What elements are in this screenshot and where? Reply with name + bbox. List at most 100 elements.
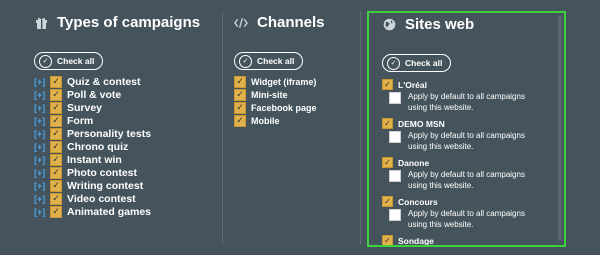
campaign-types-section: Types of campaigns ✓ Check all [+] ✓ Quiz … <box>0 0 222 255</box>
channels-list: ✓ Widget (iframe) ✓ Mini-site ✓ Facebook page… <box>234 75 317 127</box>
apply-default-line2: using this website. <box>408 220 474 229</box>
campaign-type-item: [+] ✓ Video contest <box>34 192 151 205</box>
campaign-type-item: [+] ✓ Writing contest <box>34 179 151 192</box>
expand-toggle[interactable]: [+] <box>34 77 46 87</box>
site-item: ✓ L'Oréal Apply by default to all campaign… <box>382 78 560 113</box>
campaign-type-checkbox[interactable]: ✓ <box>50 114 62 127</box>
apply-default-text: Apply by default to all campaigns using t… <box>408 208 525 230</box>
campaign-types-title: Types of campaigns <box>57 14 201 31</box>
apply-default-checkbox[interactable] <box>389 92 401 104</box>
apply-default-line1: Apply by default to all campaigns <box>408 92 525 101</box>
site-default-option: Apply by default to all campaigns using t… <box>382 91 560 113</box>
campaign-type-item: [+] ✓ Form <box>34 114 151 127</box>
channel-item: ✓ Mobile <box>234 114 317 127</box>
campaign-type-checkbox[interactable]: ✓ <box>50 192 62 205</box>
expand-toggle[interactable]: [+] <box>34 90 46 100</box>
campaign-type-checkbox[interactable]: ✓ <box>50 153 62 166</box>
channel-checkbox[interactable]: ✓ <box>234 75 246 88</box>
apply-default-checkbox[interactable] <box>389 170 401 182</box>
site-item: ✓ Concours Apply by default to all campaig… <box>382 195 560 230</box>
campaign-types-list: [+] ✓ Quiz & contest [+] ✓ Poll & vote [+] ✓ Sur… <box>34 75 151 218</box>
campaign-type-checkbox[interactable]: ✓ <box>50 75 62 88</box>
campaign-type-label: Chrono quiz <box>67 140 129 153</box>
campaign-type-item: [+] ✓ Animated games <box>34 205 151 218</box>
site-checkbox[interactable]: ✓ <box>382 118 393 129</box>
apply-default-line1: Apply by default to all campaigns <box>408 131 525 140</box>
expand-toggle[interactable]: [+] <box>34 116 46 126</box>
site-row: ✓ Concours <box>382 195 560 208</box>
site-checkbox[interactable]: ✓ <box>382 196 393 207</box>
channel-label: Facebook page <box>251 102 317 113</box>
site-item: ✓ Danone Apply by default to all campaigns… <box>382 156 560 191</box>
site-item: ✓ Sondage <box>382 234 560 245</box>
check-circle-icon: ✓ <box>39 54 52 68</box>
site-row: ✓ Danone <box>382 156 560 169</box>
column-divider <box>360 12 361 244</box>
expand-toggle[interactable]: [+] <box>34 142 46 152</box>
campaign-types-heading: Types of campaigns <box>34 14 200 31</box>
campaign-type-label: Form <box>67 114 94 127</box>
expand-toggle[interactable]: [+] <box>34 207 46 217</box>
apply-default-checkbox[interactable] <box>389 209 401 221</box>
campaign-type-checkbox[interactable]: ✓ <box>50 88 62 101</box>
campaign-type-checkbox[interactable]: ✓ <box>50 205 62 218</box>
campaign-type-item: [+] ✓ Poll & vote <box>34 88 151 101</box>
apply-default-line1: Apply by default to all campaigns <box>408 209 525 218</box>
channel-label: Widget (iframe) <box>251 76 317 87</box>
site-label: Danone <box>398 157 430 168</box>
channels-title: Channels <box>257 14 325 31</box>
channels-section: Channels ✓ Check all ✓ Widget (iframe) ✓ Mi… <box>222 0 360 255</box>
campaign-type-checkbox[interactable]: ✓ <box>50 127 62 140</box>
campaign-type-item: [+] ✓ Instant win <box>34 153 151 166</box>
channel-checkbox[interactable]: ✓ <box>234 88 246 101</box>
check-circle-icon: ✓ <box>239 54 252 68</box>
campaign-type-label: Video contest <box>67 192 136 205</box>
campaigns-check-all-button[interactable]: ✓ Check all <box>34 52 104 70</box>
expand-toggle[interactable]: [+] <box>34 129 46 139</box>
expand-toggle[interactable]: [+] <box>34 103 46 113</box>
site-default-option: Apply by default to all campaigns using t… <box>382 130 560 152</box>
site-default-option: Apply by default to all campaigns using t… <box>382 169 560 191</box>
expand-toggle[interactable]: [+] <box>34 194 46 204</box>
campaign-type-checkbox[interactable]: ✓ <box>50 179 62 192</box>
apply-default-text: Apply by default to all campaigns using t… <box>408 130 525 152</box>
apply-default-line2: using this website. <box>408 103 474 112</box>
gift-icon <box>34 16 48 30</box>
site-item: ✓ DEMO MSN Apply by default to all campaig… <box>382 117 560 152</box>
campaign-type-label: Instant win <box>67 153 122 166</box>
campaign-type-label: Animated games <box>67 205 152 218</box>
site-row: ✓ L'Oréal <box>382 78 560 91</box>
campaign-type-item: [+] ✓ Personality tests <box>34 127 151 140</box>
site-checkbox[interactable]: ✓ <box>382 235 393 245</box>
channels-check-all-label: Check all <box>257 56 295 66</box>
expand-toggle[interactable]: [+] <box>34 155 46 165</box>
campaign-type-checkbox[interactable]: ✓ <box>50 166 62 179</box>
sites-scrollbar[interactable] <box>558 15 562 241</box>
site-row: ✓ DEMO MSN <box>382 117 560 130</box>
campaign-type-checkbox[interactable]: ✓ <box>50 101 62 114</box>
sites-check-all-label: Check all <box>405 58 443 68</box>
sites-web-title: Sites web <box>405 16 475 33</box>
apply-default-line1: Apply by default to all campaigns <box>408 170 525 179</box>
channel-item: ✓ Facebook page <box>234 101 317 114</box>
apply-default-checkbox[interactable] <box>389 131 401 143</box>
campaign-type-checkbox[interactable]: ✓ <box>50 140 62 153</box>
campaign-type-label: Photo contest <box>67 166 137 179</box>
campaign-type-label: Quiz & contest <box>67 75 141 88</box>
sites-web-heading: Sites web <box>382 16 474 33</box>
code-icon <box>234 16 248 30</box>
sites-check-all-button[interactable]: ✓ Check all <box>382 54 452 72</box>
expand-toggle[interactable]: [+] <box>34 181 46 191</box>
campaign-type-label: Poll & vote <box>67 88 122 101</box>
campaign-type-item: [+] ✓ Survey <box>34 101 151 114</box>
expand-toggle[interactable]: [+] <box>34 168 46 178</box>
channels-check-all-button[interactable]: ✓ Check all <box>234 52 304 70</box>
globe-icon <box>382 18 396 32</box>
site-checkbox[interactable]: ✓ <box>382 79 393 90</box>
site-checkbox[interactable]: ✓ <box>382 157 393 168</box>
channel-checkbox[interactable]: ✓ <box>234 114 246 127</box>
campaign-type-item: [+] ✓ Photo contest <box>34 166 151 179</box>
site-default-option: Apply by default to all campaigns using t… <box>382 208 560 230</box>
channel-checkbox[interactable]: ✓ <box>234 101 246 114</box>
sites-list: ✓ L'Oréal Apply by default to all campaign… <box>382 78 560 245</box>
